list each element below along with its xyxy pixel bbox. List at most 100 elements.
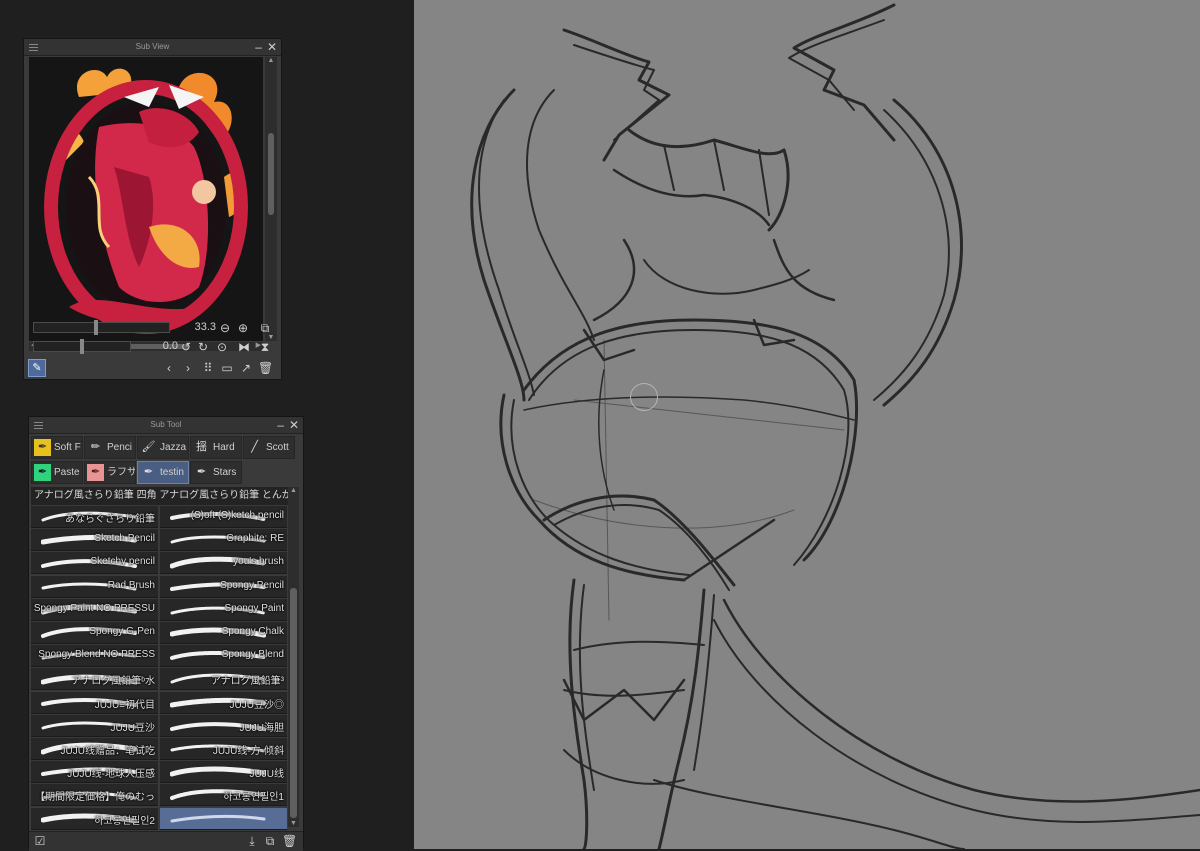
zoom-slider[interactable] [33,320,170,335]
rotate-left-icon[interactable]: ↺ [179,340,193,354]
sub-tool-titlebar[interactable]: Sub Tool – ✕ [29,417,303,434]
brush-label: Graphite: RE [226,533,284,545]
brush-item[interactable]: Spongy Paint NO PRESSU [31,598,158,621]
subtool-tab-label: Jazza [160,442,187,453]
subtool-tab-0[interactable]: ✒ Soft F [31,436,83,459]
fit-view-icon[interactable]: ⧉ [258,321,272,335]
brush-item[interactable]: 【期間限定価格】俺のむっ [31,784,158,807]
brush-item[interactable]: Spongy G-Pen [31,622,158,644]
brush-label: アナログ風鉛筆ᵇ水 [71,676,155,688]
sub-view-vertical-scrollbar[interactable]: ▲ ▼ [265,57,277,341]
brush-item[interactable]: (S)oft (S)ketch pencil [160,506,287,528]
scroll-up-icon[interactable]: ▲ [288,487,299,494]
brush-item[interactable]: あならぐざらり鉛筆 [31,506,158,528]
subtool-tab-3[interactable]: 揺 Hard [190,436,242,459]
zoom-in-icon[interactable]: ⊕ [236,321,250,335]
scroll-down-icon[interactable]: ▼ [288,820,299,827]
brush-item[interactable]: Spongy Paint [160,598,287,621]
brush-item[interactable]: アナログ風鉛筆ᵇ水 [31,668,158,691]
brush-item[interactable]: アナログ風鉛筆³ [160,668,287,691]
brush-label: JUJU海胆 [239,722,284,734]
external-link-icon[interactable]: ↗ [239,361,253,375]
brush-label: you's brush [233,556,284,568]
trash-icon[interactable]: 🗑 [282,834,297,848]
sub-view-titlebar[interactable]: Sub View – ✕ [24,39,281,56]
minimize-icon[interactable]: – [277,418,284,432]
brush-item[interactable]: Spongy Chalk [160,622,287,644]
brush-label: Spongy Pencil [220,579,284,591]
brush-item[interactable]: you's brush [160,552,287,575]
flip-vertical-icon[interactable]: ⧗ [258,340,272,354]
sub-tool-panel: Sub Tool – ✕ ✒ Soft F ✏ Penci 🖌 Jazza 揺 Hard ╱ Sco… [28,416,304,851]
brush-item[interactable] [160,807,287,830]
brush-label: Sketch Pencil [94,533,155,545]
zoom-readout: 33.3 [194,321,216,333]
pen-icon: ✒ [34,439,51,456]
import-icon[interactable]: ⤓ [245,834,259,848]
brush-label: Spongy Chalk [221,626,284,637]
brush-label: Spongy Paint NO PRESSU [33,602,155,614]
zoom-out-icon[interactable]: ⊖ [218,321,232,335]
duplicate-icon[interactable]: ⧉ [263,834,277,848]
next-image-icon[interactable]: › [181,361,195,375]
brush-item[interactable]: JUJU海胆 [160,714,287,737]
reference-image-preview[interactable] [29,57,263,341]
subtool-tab-4[interactable]: ╱ Scott [243,436,295,459]
rotation-slider-knob[interactable] [80,339,84,354]
eyedropper-icon[interactable]: ✎ [28,359,46,377]
scroll-up-icon[interactable]: ▲ [265,57,277,64]
grid-view-icon[interactable]: ⠿ [201,361,215,375]
subtool-tab-6[interactable]: ✒ ラフサ [84,461,136,484]
subtool-tab-2[interactable]: 🖌 Jazza [137,436,189,459]
brush-item[interactable]: 하코롱연필인2 [31,807,158,830]
previous-image-icon[interactable]: ‹ [162,361,176,375]
brush-item[interactable]: JUJU线赠品：笔试吃 [31,738,158,760]
open-folder-icon[interactable]: ▭ [220,361,234,375]
drawing-canvas[interactable] [414,0,1200,849]
brush-label: 【期間限定価格】俺のむっ [35,792,155,804]
panel-menu-icon[interactable] [29,42,38,53]
tool-property-icon[interactable]: ☑ [33,834,47,848]
brush-item[interactable]: 하코롱연필인1 [160,784,287,807]
brush-label: アナログ風鉛筆³ [210,676,284,688]
brush-cursor [630,383,658,411]
subtool-tab-8[interactable]: ✒ Stars [190,461,242,484]
brush-item[interactable]: Spongy Blend [160,645,287,668]
subtool-tab-1[interactable]: ✏ Penci [84,436,136,459]
brush-item[interactable]: JUJU≡初代目 [31,691,158,714]
brush-list-scrollbar[interactable]: ▲ ▼ [288,487,299,827]
brush-item[interactable]: Spongy Pencil [160,575,287,598]
brush-item[interactable]: Spongy Blend NO PRESS [31,645,158,668]
flip-horizontal-icon[interactable]: ⧓ [237,340,251,354]
brush-group-header[interactable]: アナログ風さらり鉛筆 四角 アナログ風さらり鉛筆 とんが [31,487,299,505]
pen-icon: ✒ [143,466,154,478]
minimize-icon[interactable]: – [255,40,262,54]
subtool-tab-7[interactable]: ✒ testin [137,461,189,484]
brush-item[interactable]: JUJU线-方-倾斜 [160,738,287,760]
subtool-tab-label: Stars [213,467,237,478]
brush-item[interactable]: JUJU线-地球人压感 [31,761,158,784]
brush-item[interactable]: Sketch Pencil [31,529,158,552]
brush-item[interactable]: JUJU豆沙◎ [160,691,287,714]
subtool-tab-label: Hard [213,442,235,453]
subtool-tab-5[interactable]: ✒ Paste [31,461,83,484]
panel-menu-icon[interactable] [34,420,43,431]
brush-item[interactable]: Graphite: RE [160,529,287,552]
reset-rotation-icon[interactable]: ⊙ [215,340,229,354]
zoom-slider-knob[interactable] [94,320,98,335]
brush-item[interactable]: Sketchy pencil [31,552,158,575]
close-icon[interactable]: ✕ [289,418,299,432]
trash-icon[interactable]: 🗑 [258,361,273,375]
line-icon: ╱ [251,441,258,453]
scroll-thumb[interactable] [290,588,297,818]
brush-item[interactable]: JUJU豆沙 [31,714,158,737]
scroll-thumb[interactable] [268,133,274,215]
brush-item[interactable]: Rad Brush [31,575,158,598]
sub-view-panel: Sub View – ✕ ▲ ▼ ▶ 33.3 ⊖ ⊕ ⧉ 0.0 ↺ ↻ ⊙ … [23,38,282,380]
close-icon[interactable]: ✕ [267,40,277,54]
brush-item[interactable]: JUJU线 [160,761,287,784]
rotation-slider[interactable] [33,339,131,354]
rotate-right-icon[interactable]: ↻ [196,340,210,354]
pen-icon: ✒ [34,464,51,481]
brush-label: Sketchy pencil [90,556,155,568]
